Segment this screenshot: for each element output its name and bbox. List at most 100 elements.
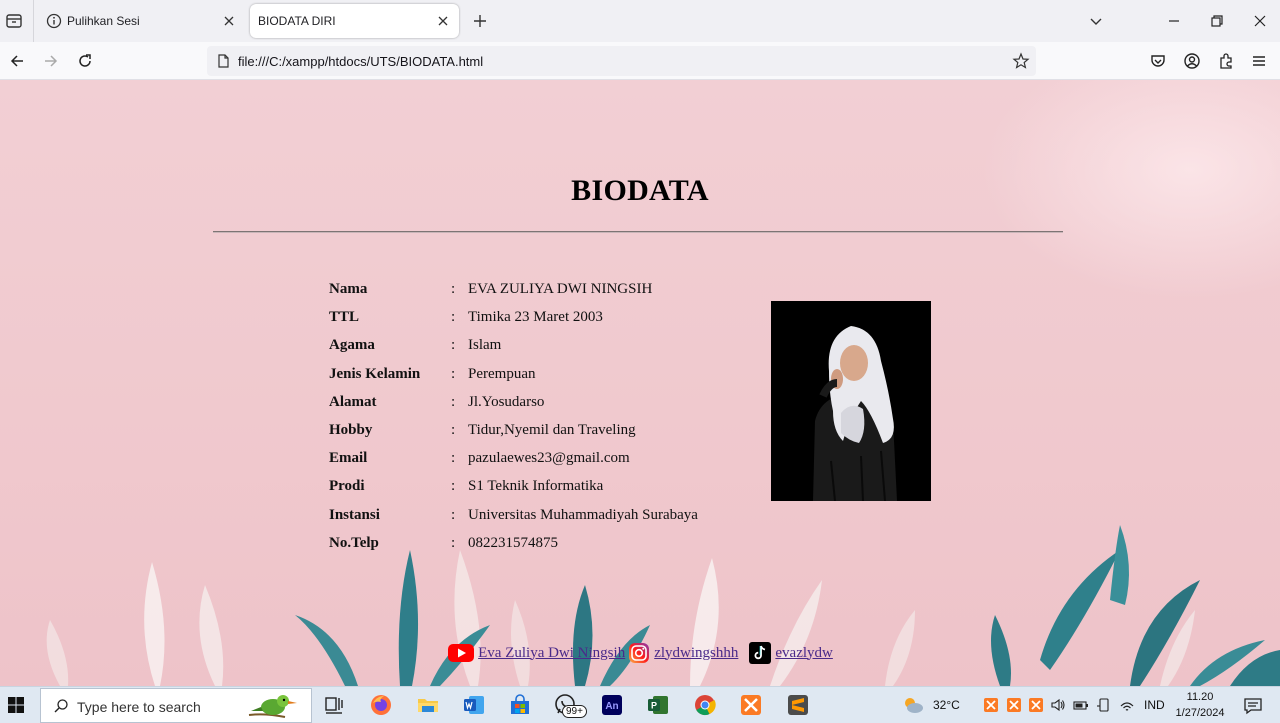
tablet-mode-icon[interactable] [1096, 697, 1112, 713]
svg-text:An: An [605, 701, 618, 712]
windows-start-icon[interactable] [6, 695, 26, 715]
bookmark-star-icon[interactable] [1012, 52, 1030, 70]
page-content: BIODATA Nama : EVA ZULIYA DWI NINGSIH TT… [0, 80, 1280, 686]
profile-photo [771, 301, 931, 501]
close-window-icon[interactable] [1250, 11, 1270, 31]
pocket-icon[interactable] [1148, 51, 1168, 71]
row-label: No.Telp [329, 534, 379, 551]
title-divider [213, 231, 1063, 233]
row-separator: : [451, 506, 456, 523]
search-placeholder[interactable]: Type here to search [77, 699, 201, 715]
row-value: Jl.Yosudarso [468, 393, 545, 410]
url-text[interactable]: file:///C:/xampp/htdocs/UTS/BIODATA.html [238, 54, 483, 69]
row-separator: : [451, 534, 456, 551]
instagram-icon [629, 643, 650, 663]
clock[interactable]: 11.20 1/27/2024 [1170, 689, 1230, 721]
file-explorer-icon[interactable] [416, 693, 440, 717]
tab-biodata-diri[interactable]: BIODATA DIRI [250, 4, 459, 38]
battery-icon[interactable] [1073, 697, 1089, 713]
row-label: Instansi [329, 506, 380, 523]
sublime-text-icon[interactable] [786, 693, 810, 717]
youtube-link[interactable]: Eva Zuliya Dwi Ningsih [447, 642, 625, 664]
youtube-link-text[interactable]: Eva Zuliya Dwi Ningsih [478, 645, 625, 662]
animate-icon[interactable]: An [600, 693, 624, 717]
xampp-tray-icon[interactable] [1028, 697, 1044, 713]
taskbar-search[interactable]: Type here to search [40, 688, 312, 723]
microsoft-store-icon[interactable] [508, 693, 532, 717]
navigation-bar: file:///C:/xampp/htdocs/UTS/BIODATA.html [0, 42, 1280, 80]
xampp-tray-icon[interactable] [983, 697, 999, 713]
search-icon [54, 699, 68, 713]
row-label: Hobby [329, 421, 373, 438]
tiktok-icon [749, 642, 772, 664]
new-tab-icon[interactable] [470, 11, 490, 31]
weather-icon[interactable] [901, 693, 925, 717]
row-separator: : [451, 478, 456, 495]
row-separator: : [451, 337, 456, 354]
word-icon[interactable] [462, 693, 486, 717]
extensions-icon[interactable] [1216, 51, 1236, 71]
whatsapp-badge: 99+ [562, 705, 587, 718]
task-view-icon[interactable] [322, 693, 346, 717]
tab-strip: Pulihkan Sesi BIODATA DIRI [0, 0, 1280, 42]
row-value: Universitas Muhammadiyah Surabaya [468, 506, 698, 523]
row-value: S1 Teknik Informatika [468, 478, 604, 495]
notification-center-icon[interactable] [1243, 696, 1263, 716]
forward-icon[interactable] [41, 51, 61, 71]
row-label: Jenis Kelamin [329, 365, 421, 382]
row-label: Agama [329, 337, 375, 354]
row-label: TTL [329, 309, 360, 326]
volume-icon[interactable] [1050, 697, 1066, 713]
minimize-icon[interactable] [1164, 11, 1184, 31]
taskbar: Type here to search 99+ An P 32°C IND 11… [0, 686, 1280, 723]
tab-title: Pulihkan Sesi [67, 14, 140, 28]
info-icon [46, 13, 62, 29]
row-value: pazulaewes23@gmail.com [468, 450, 630, 467]
menu-icon[interactable] [1249, 51, 1269, 71]
row-value: 082231574875 [468, 534, 558, 551]
reload-icon[interactable] [75, 51, 95, 71]
tab-strip-divider [33, 0, 34, 42]
tiktok-link-text[interactable]: evazlydw [775, 645, 832, 662]
row-separator: : [451, 393, 456, 410]
chevron-down-icon[interactable] [1086, 11, 1106, 31]
chrome-icon[interactable] [693, 693, 717, 717]
page-title: BIODATA [571, 174, 709, 207]
profile-photo-image [771, 301, 931, 501]
close-tab-icon[interactable] [435, 13, 451, 29]
instagram-link[interactable]: zlydwingshhh [625, 641, 738, 665]
bird-illustration-icon [248, 695, 297, 718]
restore-icon[interactable] [1207, 11, 1227, 31]
row-separator: : [451, 281, 456, 297]
firefox-icon[interactable] [369, 693, 393, 717]
instagram-link-text[interactable]: zlydwingshhh [654, 645, 738, 662]
account-icon[interactable] [1182, 51, 1202, 71]
back-icon[interactable] [7, 51, 27, 71]
row-value: EVA ZULIYA DWI NINGSIH [468, 281, 653, 297]
url-bar[interactable]: file:///C:/xampp/htdocs/UTS/BIODATA.html [207, 46, 1036, 76]
language-indicator[interactable]: IND [1144, 698, 1165, 712]
row-separator: : [451, 421, 456, 438]
row-value: Islam [468, 337, 502, 354]
weather-temperature[interactable]: 32°C [933, 698, 960, 712]
row-value: Tidur,Nyemil dan Traveling [468, 421, 636, 438]
project-icon[interactable]: P [646, 693, 670, 717]
close-tab-icon[interactable] [221, 13, 237, 29]
row-label: Email [329, 450, 368, 467]
clock-time: 11.20 [1186, 691, 1214, 703]
clock-date: 1/27/2024 [1175, 707, 1225, 719]
youtube-icon [448, 644, 475, 662]
row-value: Perempuan [468, 365, 536, 382]
firefox-view-icon[interactable] [4, 11, 24, 31]
tab-pulihkan-sesi[interactable]: Pulihkan Sesi [38, 4, 245, 38]
leaves-background-decoration [46, 525, 1280, 686]
row-label: Alamat [329, 393, 377, 410]
row-label: Prodi [329, 478, 365, 495]
xampp-tray-icon[interactable] [1006, 697, 1022, 713]
xampp-icon[interactable] [739, 693, 763, 717]
tiktok-link[interactable]: evazlydw [738, 641, 833, 665]
wifi-icon[interactable] [1119, 697, 1135, 713]
social-links: Eva Zuliya Dwi Ningsih zlydwingshhh evaz… [0, 641, 1280, 665]
page-icon [218, 54, 229, 68]
svg-text:P: P [651, 701, 657, 711]
